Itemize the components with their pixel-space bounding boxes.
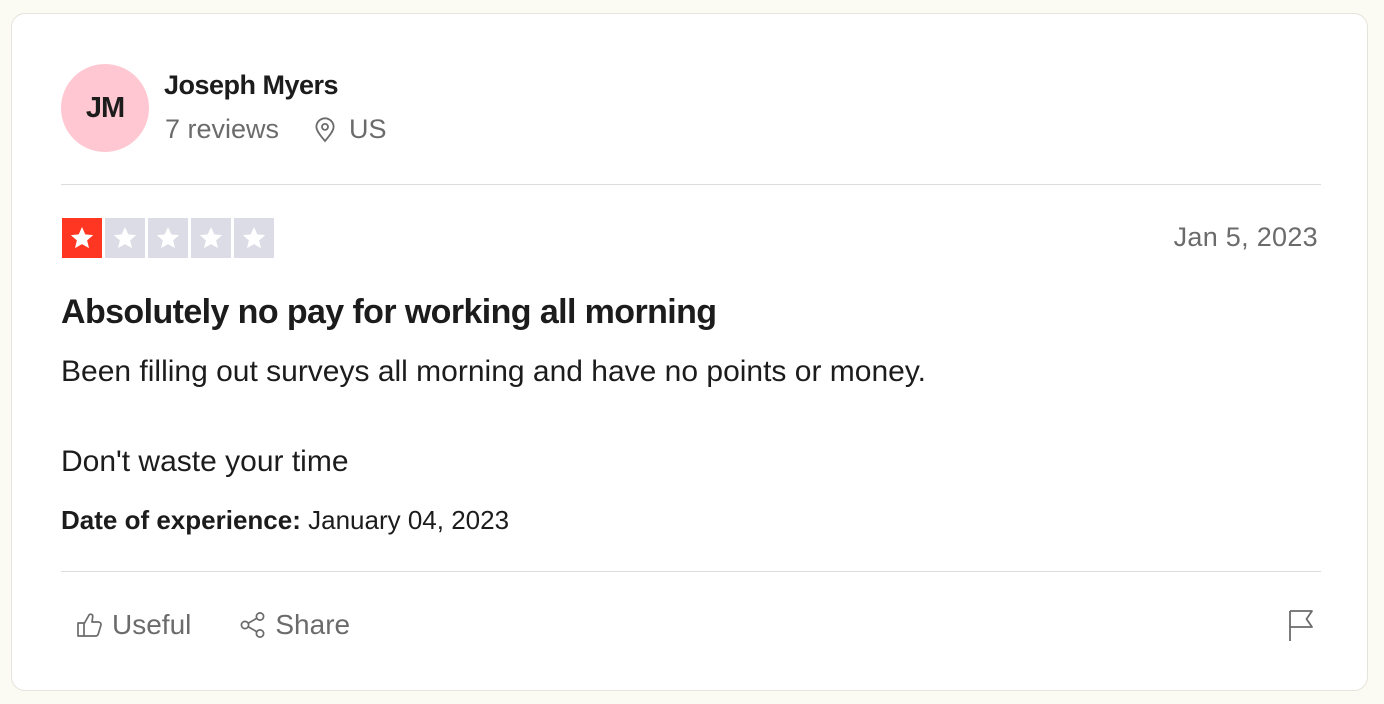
review-card: JM Joseph Myers 7 reviews US Jan 5, 2023… — [11, 13, 1368, 691]
reviewer-country: US — [349, 114, 387, 144]
reviewer-name[interactable]: Joseph Myers — [164, 70, 339, 101]
review-body-line: Been filling out surveys all morning and… — [61, 355, 926, 388]
star-rating — [62, 218, 274, 258]
flag-icon — [1286, 608, 1316, 642]
reviewer-meta: 7 reviews US — [165, 114, 387, 145]
share-icon — [237, 609, 269, 641]
review-title: Absolutely no pay for working all mornin… — [61, 293, 717, 331]
date-of-experience: Date of experience: January 04, 2023 — [61, 505, 509, 536]
avatar[interactable]: JM — [61, 64, 149, 152]
star-filled-icon — [62, 218, 102, 258]
review-date: Jan 5, 2023 — [1173, 222, 1318, 252]
star-empty-icon — [234, 218, 274, 258]
review-body-line: Don't waste your time — [61, 445, 349, 478]
footer-divider — [61, 571, 1321, 572]
useful-button[interactable]: Useful — [74, 609, 191, 641]
avatar-initials: JM — [85, 91, 125, 124]
review-actions: Useful Share — [74, 609, 350, 641]
share-label: Share — [275, 609, 351, 640]
star-empty-icon — [148, 218, 188, 258]
header-divider — [61, 184, 1321, 185]
useful-label: Useful — [112, 609, 192, 640]
star-empty-icon — [105, 218, 145, 258]
location-pin-icon — [311, 116, 339, 144]
reviews-count: 7 reviews — [165, 114, 280, 144]
experience-label: Date of experience: — [61, 505, 301, 535]
experience-date: January 04, 2023 — [308, 505, 510, 535]
thumbs-up-icon — [74, 609, 106, 641]
report-button[interactable] — [1283, 607, 1319, 643]
share-button[interactable]: Share — [237, 609, 350, 641]
star-empty-icon — [191, 218, 231, 258]
